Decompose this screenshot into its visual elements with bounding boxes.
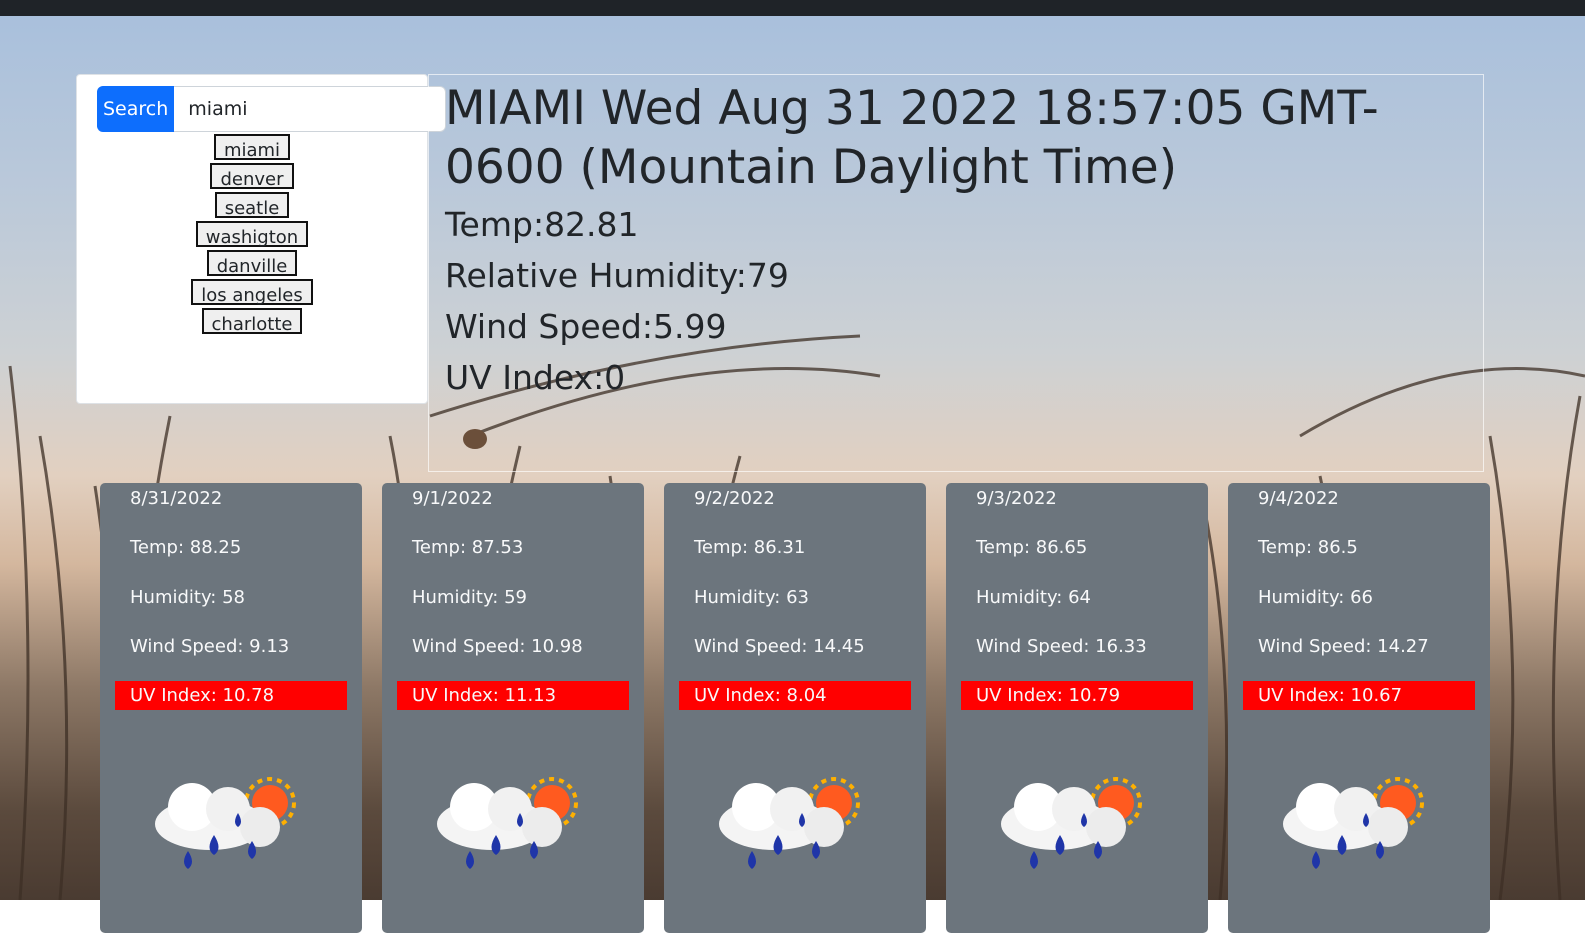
forecast-humidity: Humidity: 63 [694,587,809,608]
forecast-card: 9/3/2022 Temp: 86.65 Humidity: 64 Wind S… [946,483,1208,933]
rain-sun-cloud-icon [437,777,578,869]
history-item-denver[interactable]: denver [210,163,294,190]
forecast-card: 9/4/2022 Temp: 86.5 Humidity: 66 Wind Sp… [1228,483,1490,933]
forecast-temp: Temp: 86.5 [1258,537,1358,558]
history-item-miami[interactable]: miami [213,134,291,161]
current-uv: UV Index:0 [445,358,626,397]
current-weather: MIAMI Wed Aug 31 2022 18:57:05 GMT-0600 … [428,74,1484,472]
current-temp: Temp:82.81 [445,205,639,244]
forecast-temp: Temp: 86.31 [694,537,806,558]
history-item-los-angeles[interactable]: los angeles [191,279,313,306]
rain-sun-cloud-icon [1001,777,1142,869]
history-item-seatle[interactable]: seatle [214,192,290,219]
rain-sun-cloud-icon [1283,777,1424,869]
forecast-temp: Temp: 88.25 [130,537,242,558]
forecast-temp: Temp: 86.65 [976,537,1088,558]
search-panel: Search miami denver seatle washigton dan… [76,74,447,404]
forecast-date: 9/2/2022 [694,488,775,509]
forecast-wind: Wind Speed: 14.45 [694,636,865,657]
forecast-card: 9/2/2022 Temp: 86.31 Humidity: 63 Wind S… [664,483,926,933]
forecast-humidity: Humidity: 66 [1258,587,1373,608]
city-title: MIAMI Wed Aug 31 2022 18:57:05 GMT-0600 … [445,81,1379,195]
forecast-date: 9/1/2022 [412,488,493,509]
weather-icon-small [463,429,487,449]
search-history: miami denver seatle washigton danville l… [77,134,427,337]
forecast-humidity: Humidity: 64 [976,587,1091,608]
forecast-card: 8/31/2022 Temp: 88.25 Humidity: 58 Wind … [100,483,362,933]
search-button[interactable]: Search [97,86,175,132]
forecast-uv: UV Index: 11.13 [397,681,629,710]
forecast-humidity: Humidity: 59 [412,587,527,608]
forecast-uv: UV Index: 10.78 [115,681,347,710]
forecast-card: 9/1/2022 Temp: 87.53 Humidity: 59 Wind S… [382,483,644,933]
current-humidity: Relative Humidity:79 [445,256,789,295]
search-input[interactable] [174,86,447,132]
forecast-wind: Wind Speed: 16.33 [976,636,1147,657]
history-item-charlotte[interactable]: charlotte [201,308,303,335]
forecast-date: 9/3/2022 [976,488,1057,509]
history-item-danville[interactable]: danville [206,250,298,277]
history-item-washigton[interactable]: washigton [195,221,309,248]
search-group: Search [97,86,447,132]
forecast-uv: UV Index: 8.04 [679,681,911,710]
rain-sun-cloud-icon [155,777,296,869]
top-bar [0,0,1585,16]
forecast-date: 9/4/2022 [1258,488,1339,509]
forecast-temp: Temp: 87.53 [412,537,524,558]
current-wind: Wind Speed:5.99 [445,307,727,346]
forecast-humidity: Humidity: 58 [130,587,245,608]
forecast-wind: Wind Speed: 9.13 [130,636,290,657]
forecast-wind: Wind Speed: 10.98 [412,636,583,657]
forecast-uv: UV Index: 10.67 [1243,681,1475,710]
forecast-wind: Wind Speed: 14.27 [1258,636,1429,657]
forecast-date: 8/31/2022 [130,488,223,509]
rain-sun-cloud-icon [719,777,860,869]
forecast-uv: UV Index: 10.79 [961,681,1193,710]
